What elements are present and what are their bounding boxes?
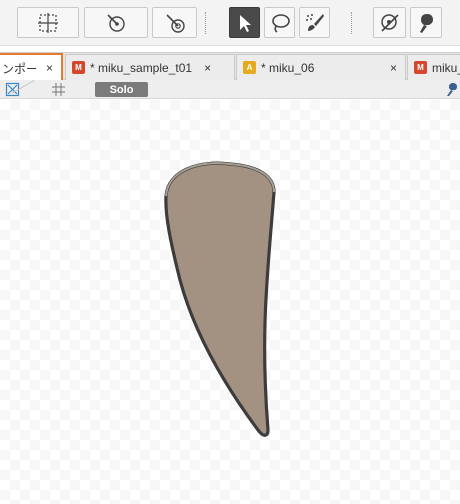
tab-close-icon[interactable]: ×: [204, 61, 211, 75]
fill-tool-button[interactable]: [410, 7, 442, 38]
tab-miku[interactable]: M miku_: [407, 54, 460, 80]
tab-miku-06[interactable]: A * miku_06 ×: [236, 54, 406, 80]
tab-miku-sample-t01[interactable]: M * miku_sample_t01 ×: [65, 54, 235, 80]
fill-tool-icon: [420, 13, 433, 33]
art-mesh-shape[interactable]: [0, 100, 460, 504]
tab-close-icon[interactable]: ×: [390, 61, 397, 75]
arrow-select-icon: [239, 14, 251, 32]
multi-node-button[interactable]: [152, 7, 197, 38]
pen-node-button[interactable]: [84, 7, 148, 38]
brush-icon: [305, 13, 324, 31]
brush-button[interactable]: [299, 7, 330, 38]
tab-label: miku_: [432, 60, 460, 75]
toolbar-separator: [351, 12, 352, 34]
main-toolbar: [0, 0, 460, 46]
eyedropper-node-button[interactable]: [373, 7, 406, 38]
tab-close-icon[interactable]: ×: [46, 61, 53, 75]
transform-select-icon: [38, 12, 58, 33]
solo-button[interactable]: Solo: [95, 82, 148, 97]
eyedropper-node-icon: [380, 13, 399, 32]
tab-label: * miku_sample_t01: [90, 60, 193, 75]
multi-node-icon: [165, 13, 185, 33]
tab-label: * miku_06: [261, 60, 315, 75]
tab-label: ンポート: [2, 61, 36, 76]
tab-import[interactable]: ンポート ×: [0, 53, 63, 81]
pen-icon[interactable]: [444, 82, 458, 97]
transform-select-button[interactable]: [17, 7, 79, 38]
document-tab-bar: ンポート × M * miku_sample_t01 × A * miku_06…: [0, 52, 460, 81]
pen-node-icon: [107, 13, 125, 32]
arrow-select-button[interactable]: [229, 7, 260, 38]
editor-canvas[interactable]: [0, 100, 460, 504]
lasso-button[interactable]: [264, 7, 295, 38]
lasso-icon: [271, 13, 290, 33]
model-file-icon: M: [414, 61, 427, 74]
view-toolbar: Solo: [0, 80, 460, 99]
grid-icon[interactable]: [51, 82, 66, 97]
toolbar-separator: [205, 12, 206, 34]
model-file-icon: M: [72, 61, 85, 74]
animation-file-icon: A: [243, 61, 256, 74]
